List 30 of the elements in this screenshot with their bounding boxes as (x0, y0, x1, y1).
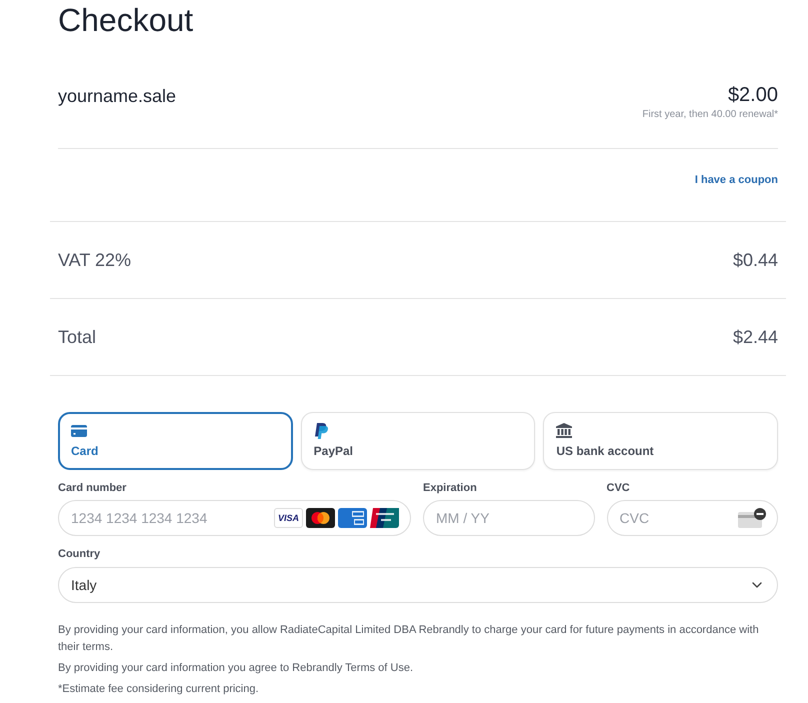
cvc-field[interactable]: CVC (606, 500, 778, 536)
disclaimer-text: *Estimate fee considering current pricing. (58, 682, 260, 697)
page-title: Checkout (58, 1, 194, 40)
summary-label: Total (58, 326, 96, 348)
paypal-logo-icon (314, 422, 328, 438)
unionpay-logo-icon (370, 508, 399, 528)
summary-amount: $0.44 (732, 248, 778, 272)
expiration-label: Expiration (423, 481, 478, 496)
visa-logo: VISA (274, 508, 303, 528)
coupon-link[interactable]: I have a coupon (694, 172, 778, 188)
product-name: yourname.sale (58, 85, 176, 107)
bank-icon (556, 423, 572, 438)
payment-method-tab[interactable]: Card (58, 412, 293, 470)
payment-method-tab[interactable]: PayPal (300, 412, 536, 470)
payment-method-tab[interactable]: US bank account (543, 412, 778, 470)
card-number-label: Card number (58, 481, 128, 496)
product-price: $2.00 (728, 83, 778, 107)
credit-card-icon (71, 424, 87, 436)
amex-logo-icon (338, 508, 367, 528)
disclaimer-text: By providing your card information, you allow RadiateCapital Limited DBA Rebrandly to charge your card for future payments in accordance with their terms. (58, 623, 760, 655)
cvc-card-icon (738, 508, 766, 528)
country-label: Country (58, 547, 102, 562)
disclaimer-text: By providing your card information you agree to Rebrandly Terms of Use. (58, 661, 414, 676)
cvc-label: CVC (606, 481, 631, 496)
summary-label: VAT 22% (58, 248, 132, 272)
country-select[interactable]: Italy (58, 567, 778, 603)
expiration-field[interactable]: MM / YY (423, 500, 594, 536)
renewal-note: First year, then 40.00 renewal* (642, 108, 778, 122)
mastercard-logo-icon (306, 508, 335, 528)
summary-amount: $2.44 (732, 326, 778, 348)
